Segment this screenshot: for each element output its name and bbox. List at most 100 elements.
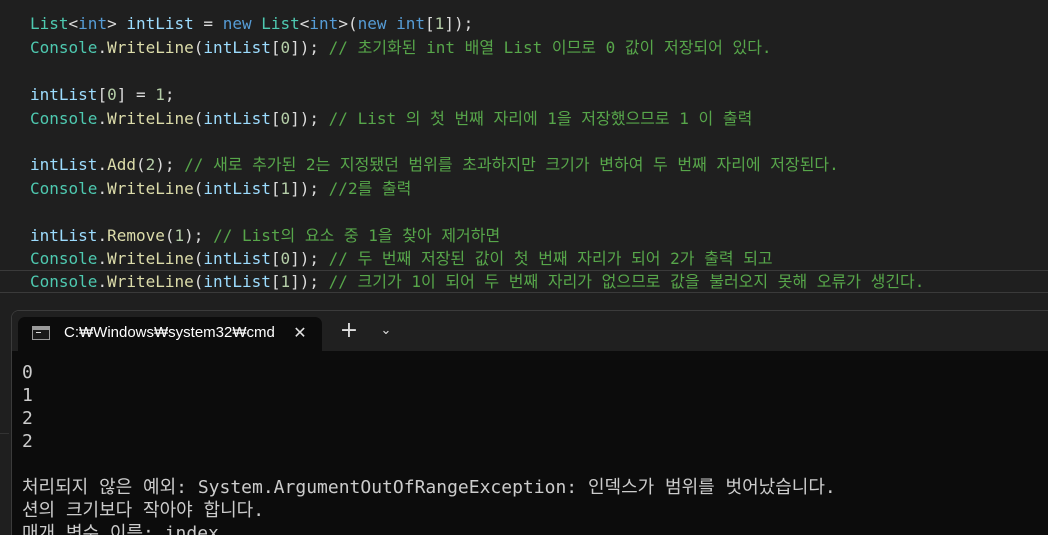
code-token: WriteLine: [107, 272, 194, 291]
code-token: [: [270, 272, 281, 291]
tab-title: C:₩Windows₩system32₩cmd: [64, 324, 275, 341]
code-token: ]);: [290, 249, 329, 268]
code-token: .: [97, 272, 108, 291]
code-token: ]);: [290, 272, 329, 291]
code-token: ]);: [444, 14, 474, 33]
code-token: intList: [203, 179, 271, 198]
code-comment: // List의 요소 중 1을 찾아 제거하면: [213, 226, 501, 245]
code-token: List: [261, 14, 300, 33]
terminal-tab-bar: C:₩Windows₩system32₩cmd ✕ + ⌄: [12, 311, 1048, 351]
code-token: intList: [203, 109, 271, 128]
code-token: new: [222, 14, 252, 33]
code-line-7[interactable]: intList.Add(2); // 새로 추가된 2는 지정됐던 범위를 초과…: [30, 153, 839, 176]
close-icon[interactable]: ✕: [290, 323, 310, 343]
code-token: [: [270, 179, 281, 198]
plus-icon[interactable]: +: [338, 320, 360, 342]
code-token: (: [193, 109, 204, 128]
code-token: Add: [107, 155, 136, 174]
code-comment: // 초기화된 int 배열 List 이므로 0 값이 저장되어 있다.: [328, 38, 772, 57]
code-token: ] =: [116, 85, 156, 104]
code-token: ]);: [290, 38, 329, 57]
code-token: 2: [145, 155, 156, 174]
code-comment: //2를 출력: [328, 179, 412, 198]
code-token: Remove: [107, 226, 165, 245]
code-token: Console: [30, 249, 98, 268]
code-line-11[interactable]: Console.WriteLine(intList[0]); // 두 번째 저…: [30, 247, 773, 270]
code-token: [: [270, 109, 281, 128]
terminal-tab[interactable]: C:₩Windows₩system32₩cmd ✕: [18, 317, 322, 351]
code-token: <: [68, 14, 79, 33]
code-token: ;: [164, 85, 175, 104]
terminal-output[interactable]: 0 1 2 2 처리되지 않은 예외: System.ArgumentOutOf…: [12, 351, 1048, 535]
code-token: WriteLine: [107, 249, 194, 268]
output-line: 션의 크기보다 작아야 합니다.: [22, 500, 265, 521]
code-line-1[interactable]: List<int> intList = new List<int>(new in…: [30, 12, 473, 35]
code-token: WriteLine: [107, 38, 194, 57]
code-token: int: [396, 14, 426, 33]
code-comment: // 크기가 1이 되어 두 번째 자리가 없으므로 값을 불러오지 못해 오류…: [328, 272, 925, 291]
code-token: intList: [30, 226, 98, 245]
code-line-12[interactable]: Console.WriteLine(intList[1]); // 크기가 1이…: [30, 270, 924, 293]
code-token: 1: [280, 272, 291, 291]
code-token: >(: [338, 14, 358, 33]
code-comment: // List 의 첫 번째 자리에 1을 저장했으므로 1 이 출력: [328, 109, 753, 128]
terminal-window: C:₩Windows₩system32₩cmd ✕ + ⌄ 0 1 2 2 처리…: [11, 310, 1048, 535]
code-token: 1: [280, 179, 291, 198]
output-line: 1: [22, 385, 33, 406]
code-token: intList: [203, 38, 271, 57]
code-token: 0: [280, 109, 291, 128]
code-token: ]);: [290, 179, 329, 198]
code-token: [: [270, 38, 281, 57]
code-token: Console: [30, 109, 98, 128]
code-token: (: [193, 272, 204, 291]
code-token: 1: [155, 85, 165, 104]
code-token: intList: [203, 272, 271, 291]
side-scroll-stub: [0, 433, 9, 474]
code-line-10[interactable]: intList.Remove(1); // List의 요소 중 1을 찾아 제…: [30, 224, 500, 247]
code-token: .: [97, 38, 108, 57]
code-token: Console: [30, 179, 98, 198]
code-token: <: [299, 14, 310, 33]
code-token: WriteLine: [107, 109, 194, 128]
code-token: WriteLine: [107, 179, 194, 198]
code-token: [: [97, 85, 108, 104]
code-token: 0: [107, 85, 117, 104]
code-token: 1: [174, 226, 185, 245]
terminal-icon: [32, 326, 50, 340]
code-token: 0: [280, 249, 291, 268]
code-line-4[interactable]: intList[0] = 1;: [30, 83, 175, 106]
code-token: Console: [30, 272, 98, 291]
code-token: [: [270, 249, 281, 268]
chevron-down-icon[interactable]: ⌄: [376, 321, 396, 341]
output-line: 0: [22, 362, 33, 383]
code-token: .: [97, 109, 108, 128]
code-token: int: [78, 14, 108, 33]
code-comment: // 두 번째 저장된 값이 첫 번째 자리가 되어 2가 출력 되고: [328, 249, 773, 268]
output-line: 2: [22, 408, 33, 429]
code-token: =: [193, 14, 223, 33]
code-token: new: [357, 14, 387, 33]
code-token: (: [135, 155, 146, 174]
code-token: intList: [30, 85, 98, 104]
code-token: (: [164, 226, 175, 245]
code-line-8[interactable]: Console.WriteLine(intList[1]); //2를 출력: [30, 177, 411, 200]
code-token: 1: [434, 14, 445, 33]
output-line: 처리되지 않은 예외: System.ArgumentOutOfRangeExc…: [22, 477, 836, 498]
code-comment: // 새로 추가된 2는 지정됐던 범위를 초과하지만 크기가 변하여 두 번째…: [184, 155, 839, 174]
code-token: .: [97, 155, 108, 174]
code-token: int: [309, 14, 339, 33]
code-line-2[interactable]: Console.WriteLine(intList[0]); // 초기화된 i…: [30, 36, 772, 59]
code-token: intList: [30, 155, 98, 174]
code-token: Console: [30, 38, 98, 57]
code-token: .: [97, 249, 108, 268]
code-token: (: [193, 179, 204, 198]
code-editor[interactable]: List<int> intList = new List<int>(new in…: [0, 0, 1048, 296]
code-token: ]);: [290, 109, 329, 128]
code-token: >: [107, 14, 127, 33]
code-token: .: [97, 179, 108, 198]
code-line-5[interactable]: Console.WriteLine(intList[0]); // List 의…: [30, 107, 752, 130]
code-token: 0: [280, 38, 291, 57]
code-token: (: [193, 249, 204, 268]
code-token: intList: [126, 14, 194, 33]
